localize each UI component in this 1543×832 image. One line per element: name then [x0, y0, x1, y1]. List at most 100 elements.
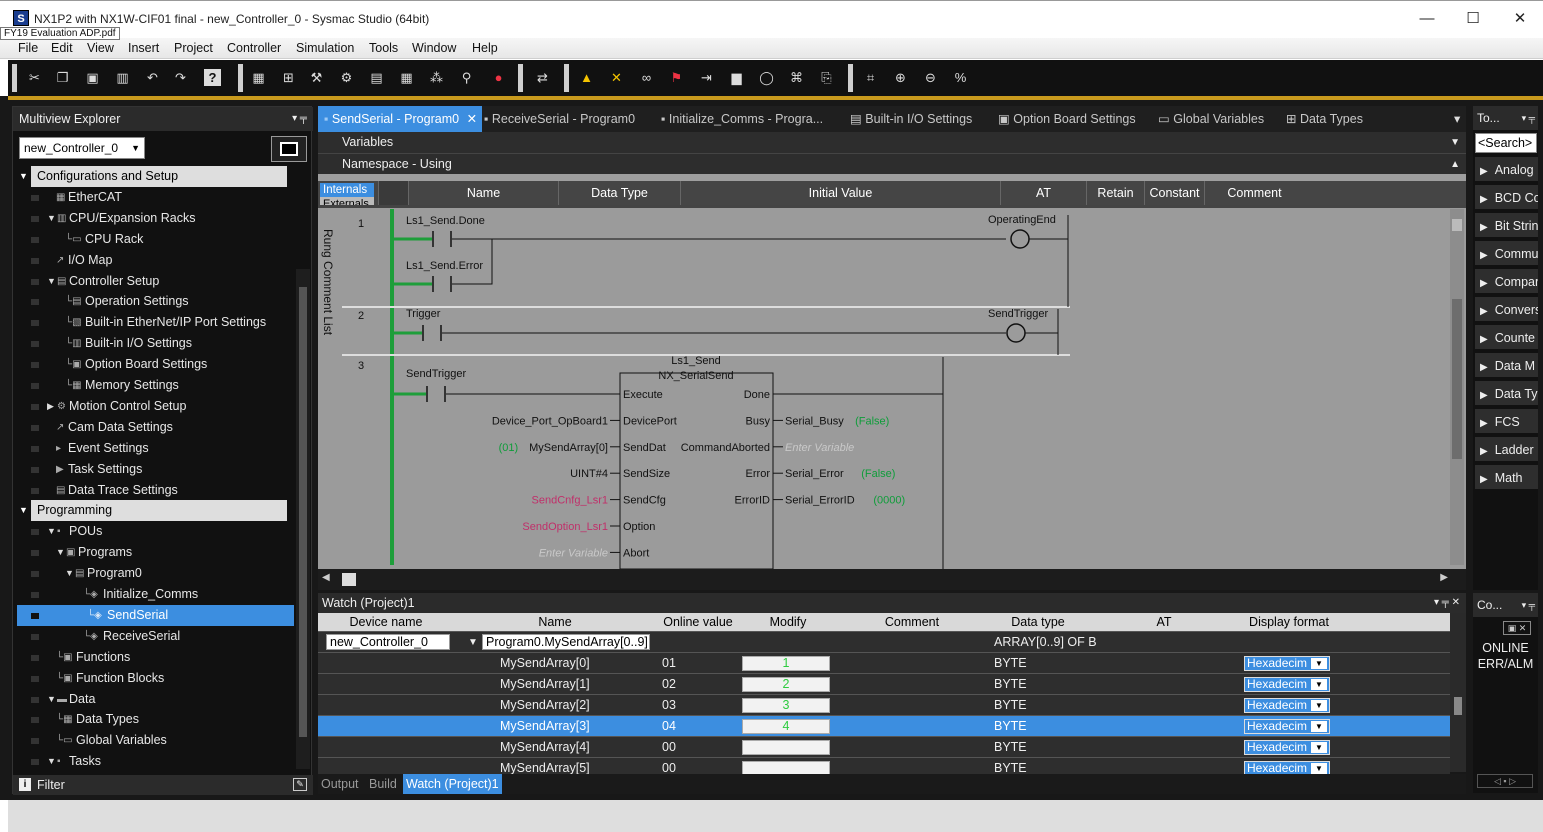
fb-input-variable[interactable]: MySendArray[0]: [529, 442, 608, 454]
toolbox-item-bcd-co[interactable]: ▶ BCD Co: [1475, 185, 1538, 211]
display-format-select[interactable]: Hexadecim ▼: [1244, 719, 1330, 734]
modify-input[interactable]: 1: [742, 656, 830, 671]
tab-watch[interactable]: Watch (Project)1: [403, 774, 502, 794]
tree-item-functions[interactable]: └▣ Functions: [13, 647, 300, 668]
collapse-arrow-icon[interactable]: ▼: [19, 166, 28, 187]
collapse-arrow-icon[interactable]: ▼: [47, 521, 56, 542]
fb-output-variable[interactable]: Serial_Error: [785, 468, 844, 480]
filter-bar[interactable]: i Filter ✎: [13, 775, 313, 795]
fb-output-variable[interactable]: Serial_ErrorID: [785, 495, 855, 507]
tree-item-operation-settings[interactable]: └▤ Operation Settings: [13, 291, 300, 312]
tree-item-sendserial[interactable]: └◈ SendSerial: [17, 604, 294, 626]
variables-bar[interactable]: Variables ▼: [318, 132, 1466, 153]
tree-item-controller-setup[interactable]: ▼ ▤ Controller Setup: [13, 271, 300, 292]
modify-input[interactable]: [742, 740, 830, 755]
close-button[interactable]: ✕: [1505, 7, 1535, 31]
collapse-arrow-icon[interactable]: ▼: [56, 542, 65, 563]
menu-view[interactable]: View: [87, 41, 114, 55]
maximize-button[interactable]: ☐: [1458, 7, 1488, 31]
tree-item-cpu-rack[interactable]: └▭ CPU Rack: [13, 229, 300, 250]
3d-view-icon[interactable]: ▦: [250, 69, 267, 86]
tree-item-motion-control-setup[interactable]: ▶ ⚙ Motion Control Setup: [13, 396, 300, 417]
tab-list-dropdown[interactable]: ▾: [1454, 106, 1460, 132]
toolbox-item-math[interactable]: ▶ Math: [1475, 465, 1538, 491]
toolbox-item-fcs[interactable]: ▶ FCS: [1475, 409, 1538, 435]
tree-item-option-board-settings[interactable]: └▣ Option Board Settings: [13, 354, 300, 375]
watch-row[interactable]: MySendArray[0] 01 1 BYTE Hexadecim ▼: [318, 652, 1450, 673]
fb-input-value[interactable]: (01): [499, 442, 519, 454]
menu-edit[interactable]: Edit: [51, 41, 73, 55]
display-format-select[interactable]: Hexadecim ▼: [1244, 677, 1330, 692]
fb-input-pin[interactable]: Option: [623, 521, 655, 533]
toolbox-item-analog[interactable]: ▶ Analog: [1475, 157, 1538, 183]
col-online-value[interactable]: Online value: [658, 613, 738, 631]
force-icon[interactable]: ⚑: [668, 69, 685, 86]
find-icon[interactable]: ⚲: [458, 69, 475, 86]
fb-input-pin[interactable]: SendCfg: [623, 495, 666, 507]
tab-global-variables[interactable]: ▭ Global Variables: [1158, 106, 1264, 132]
tree-item-built-in-i-o-settings[interactable]: └▥ Built-in I/O Settings: [13, 333, 300, 354]
fb-output-value[interactable]: (0000): [873, 495, 905, 507]
rebuild-icon[interactable]: ⚙: [338, 69, 355, 86]
watch-row[interactable]: MySendArray[2] 03 3 BYTE Hexadecim ▼: [318, 694, 1450, 715]
zoom-percent-icon[interactable]: %: [952, 69, 969, 86]
device-name-field[interactable]: new_Controller_0: [326, 634, 450, 650]
tree-item-data-types[interactable]: └▦ Data Types: [13, 709, 300, 730]
tab-externals[interactable]: Externals: [320, 197, 374, 205]
col-initial-value[interactable]: Initial Value: [680, 181, 1000, 205]
menu-window[interactable]: Window: [412, 41, 456, 55]
menu-file[interactable]: File: [18, 41, 38, 55]
scroll-up-icon[interactable]: [1452, 219, 1462, 231]
tree-item-memory-settings[interactable]: └▦ Memory Settings: [13, 375, 300, 396]
toolbox-item-bit-strin[interactable]: ▶ Bit Strin: [1475, 213, 1538, 239]
tab-builtin-io[interactable]: ▤ Built-in I/O Settings: [850, 106, 972, 132]
tree-item-i-o-map[interactable]: ↗ I/O Map: [13, 250, 300, 271]
col-name[interactable]: Name: [408, 181, 558, 205]
ladder-hscroll[interactable]: ◀ ▶: [318, 569, 1466, 590]
watch-name-field[interactable]: Program0.MySendArray[0..9]: [482, 634, 650, 650]
modify-input[interactable]: 4: [742, 719, 830, 734]
tree-item-function-blocks[interactable]: └▣ Function Blocks: [13, 668, 300, 689]
collapse-arrow-icon[interactable]: ▼: [19, 500, 28, 521]
help-icon[interactable]: ?: [204, 69, 221, 86]
tree-item-data[interactable]: ▼ ▬ Data: [13, 689, 300, 710]
col-name[interactable]: Name: [456, 613, 654, 631]
tab-initialize-comms[interactable]: ▪ Initialize_Comms - Progra...: [661, 106, 823, 132]
scroll-right-icon[interactable]: ▶: [1440, 572, 1448, 583]
col-constant[interactable]: Constant: [1144, 181, 1204, 205]
tree-item-pous[interactable]: ▼ ▪ POUs: [13, 521, 300, 542]
controller-select[interactable]: new_Controller_0 ▼: [19, 137, 145, 159]
online-icon[interactable]: ▲: [578, 69, 595, 86]
toolbox-item-data-m[interactable]: ▶ Data M: [1475, 353, 1538, 379]
copy-icon[interactable]: ❐: [54, 69, 71, 86]
tree-item-task-settings[interactable]: ▶ Task Settings: [13, 459, 300, 480]
image-icon[interactable]: ▤: [368, 69, 385, 86]
tree-item-ethercat[interactable]: ▦ EtherCAT: [13, 187, 300, 208]
col-display-format[interactable]: Display format: [1240, 613, 1338, 631]
toolbox-item-commu[interactable]: ▶ Commu: [1475, 241, 1538, 267]
warning-stop-icon[interactable]: ●: [490, 69, 507, 86]
toolbox-search-input[interactable]: <Search>: [1475, 133, 1537, 153]
cross-reference-icon[interactable]: ⁂: [428, 69, 445, 86]
tree-item-tasks[interactable]: ▼ ▪ Tasks: [13, 751, 300, 772]
fb-output-variable[interactable]: Serial_Busy: [785, 415, 844, 427]
collapse-arrow-icon[interactable]: ▼: [47, 751, 56, 772]
pin-icon[interactable]: ▾ ╤: [1522, 593, 1535, 617]
watch-row[interactable]: MySendArray[1] 02 2 BYTE Hexadecim ▼: [318, 673, 1450, 694]
tree-item-built-in-ethernet-ip-port-settings[interactable]: └▧ Built-in EtherNet/IP Port Settings: [13, 312, 300, 333]
toolbox-item-compar[interactable]: ▶ Compar: [1475, 269, 1538, 295]
tree-item-data-trace-settings[interactable]: ▤ Data Trace Settings: [13, 480, 300, 501]
fb-output-pin[interactable]: Error: [746, 468, 771, 480]
fb-input-variable[interactable]: Enter Variable: [539, 547, 608, 559]
watch-row[interactable]: MySendArray[3] 04 4 BYTE Hexadecim ▼: [318, 715, 1450, 736]
zoom-out-icon[interactable]: ⊖: [922, 69, 939, 86]
col-modify[interactable]: Modify: [740, 613, 836, 631]
collapse-arrow-icon[interactable]: ▼: [65, 563, 74, 584]
ladder-scroll-thumb[interactable]: [1452, 299, 1462, 459]
expand-arrow-icon[interactable]: ▼: [468, 632, 478, 653]
undo-icon[interactable]: ↶: [144, 69, 161, 86]
menu-help[interactable]: Help: [472, 41, 498, 55]
watch-scrollbar[interactable]: [1450, 613, 1466, 772]
toolbox-item-counte[interactable]: ▶ Counte: [1475, 325, 1538, 351]
ladder-diagram[interactable]: Rung Comment List 1 Ls1_Send.Done Operat…: [318, 205, 1466, 569]
